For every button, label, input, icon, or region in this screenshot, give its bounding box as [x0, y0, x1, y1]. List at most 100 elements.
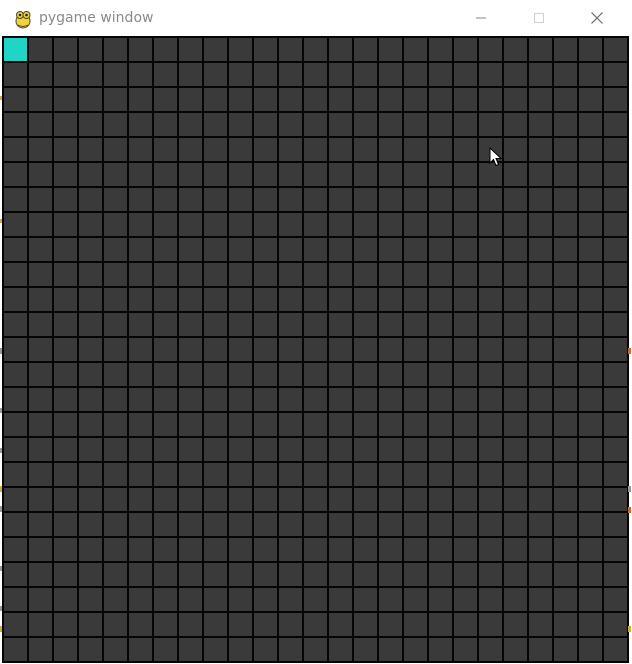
grid-cell[interactable] — [279, 513, 302, 536]
grid-cell[interactable] — [279, 563, 302, 586]
grid-cell[interactable] — [604, 588, 627, 611]
grid-cell[interactable] — [279, 263, 302, 286]
grid-cell[interactable] — [554, 638, 577, 661]
grid-cell[interactable] — [429, 63, 452, 86]
grid-cell[interactable] — [4, 588, 27, 611]
grid-cell[interactable] — [4, 488, 27, 511]
grid-cell[interactable] — [404, 138, 427, 161]
grid-cell[interactable] — [304, 163, 327, 186]
grid-cell[interactable] — [4, 313, 27, 336]
grid-cell[interactable] — [529, 88, 552, 111]
grid-cell[interactable] — [204, 363, 227, 386]
grid-cell[interactable] — [529, 38, 552, 61]
grid-cell[interactable] — [454, 163, 477, 186]
grid-cell[interactable] — [579, 463, 602, 486]
grid-cell[interactable] — [204, 513, 227, 536]
grid-cell[interactable] — [554, 613, 577, 636]
grid-cell[interactable] — [554, 413, 577, 436]
grid-cell[interactable] — [529, 413, 552, 436]
grid-cell[interactable] — [104, 338, 127, 361]
grid-cell[interactable] — [54, 138, 77, 161]
grid-cell[interactable] — [29, 588, 52, 611]
grid-cell[interactable] — [254, 88, 277, 111]
grid-cell[interactable] — [154, 263, 177, 286]
grid-cell-active[interactable] — [4, 38, 27, 61]
maximize-button[interactable] — [510, 0, 568, 36]
grid-cell[interactable] — [604, 613, 627, 636]
grid-cell[interactable] — [154, 63, 177, 86]
grid-cell[interactable] — [129, 363, 152, 386]
grid-cell[interactable] — [454, 538, 477, 561]
grid-cell[interactable] — [154, 138, 177, 161]
grid-cell[interactable] — [254, 138, 277, 161]
grid-cell[interactable] — [79, 388, 102, 411]
grid-cell[interactable] — [454, 638, 477, 661]
grid-cell[interactable] — [529, 463, 552, 486]
grid-cell[interactable] — [179, 288, 202, 311]
grid-cell[interactable] — [554, 88, 577, 111]
grid-cell[interactable] — [154, 213, 177, 236]
grid-cell[interactable] — [204, 288, 227, 311]
grid-cell[interactable] — [529, 313, 552, 336]
grid-cell[interactable] — [79, 138, 102, 161]
grid-cell[interactable] — [329, 113, 352, 136]
grid-cell[interactable] — [379, 88, 402, 111]
grid-cell[interactable] — [154, 538, 177, 561]
grid-cell[interactable] — [329, 213, 352, 236]
grid-cell[interactable] — [279, 363, 302, 386]
grid-cell[interactable] — [254, 238, 277, 261]
grid-cell[interactable] — [404, 163, 427, 186]
grid-cell[interactable] — [579, 288, 602, 311]
grid-cell[interactable] — [479, 588, 502, 611]
grid-cell[interactable] — [354, 63, 377, 86]
grid-cell[interactable] — [604, 638, 627, 661]
grid-cell[interactable] — [479, 388, 502, 411]
grid-cell[interactable] — [504, 338, 527, 361]
grid-cell[interactable] — [504, 538, 527, 561]
grid-cell[interactable] — [154, 588, 177, 611]
grid-cell[interactable] — [4, 413, 27, 436]
grid-cell[interactable] — [154, 513, 177, 536]
grid-cell[interactable] — [504, 438, 527, 461]
grid-cell[interactable] — [429, 513, 452, 536]
grid-cell[interactable] — [404, 638, 427, 661]
grid-cell[interactable] — [79, 563, 102, 586]
grid-cell[interactable] — [54, 463, 77, 486]
grid-cell[interactable] — [604, 413, 627, 436]
grid-cell[interactable] — [279, 338, 302, 361]
grid-cell[interactable] — [329, 513, 352, 536]
grid-cell[interactable] — [204, 113, 227, 136]
grid-cell[interactable] — [129, 613, 152, 636]
grid-cell[interactable] — [604, 263, 627, 286]
grid-cell[interactable] — [304, 538, 327, 561]
grid-cell[interactable] — [504, 313, 527, 336]
grid-cell[interactable] — [579, 213, 602, 236]
grid-cell[interactable] — [154, 188, 177, 211]
grid-cell[interactable] — [229, 63, 252, 86]
grid-cell[interactable] — [129, 413, 152, 436]
grid-cell[interactable] — [104, 263, 127, 286]
grid-cell[interactable] — [104, 638, 127, 661]
title-bar[interactable]: pygame window — [0, 0, 632, 36]
grid-cell[interactable] — [429, 138, 452, 161]
grid-cell[interactable] — [604, 313, 627, 336]
grid-cell[interactable] — [354, 313, 377, 336]
grid-cell[interactable] — [604, 388, 627, 411]
grid-cell[interactable] — [104, 538, 127, 561]
grid-cell[interactable] — [479, 563, 502, 586]
grid-cell[interactable] — [254, 438, 277, 461]
grid-cell[interactable] — [304, 613, 327, 636]
grid-cell[interactable] — [54, 313, 77, 336]
grid-cell[interactable] — [229, 238, 252, 261]
grid-cell[interactable] — [404, 438, 427, 461]
grid-cell[interactable] — [354, 463, 377, 486]
grid-cell[interactable] — [29, 613, 52, 636]
grid-cell[interactable] — [304, 638, 327, 661]
grid-cell[interactable] — [454, 563, 477, 586]
grid-cell[interactable] — [429, 288, 452, 311]
grid-cell[interactable] — [229, 513, 252, 536]
grid-cell[interactable] — [604, 88, 627, 111]
grid-cell[interactable] — [79, 588, 102, 611]
grid-cell[interactable] — [354, 188, 377, 211]
grid-cell[interactable] — [604, 438, 627, 461]
